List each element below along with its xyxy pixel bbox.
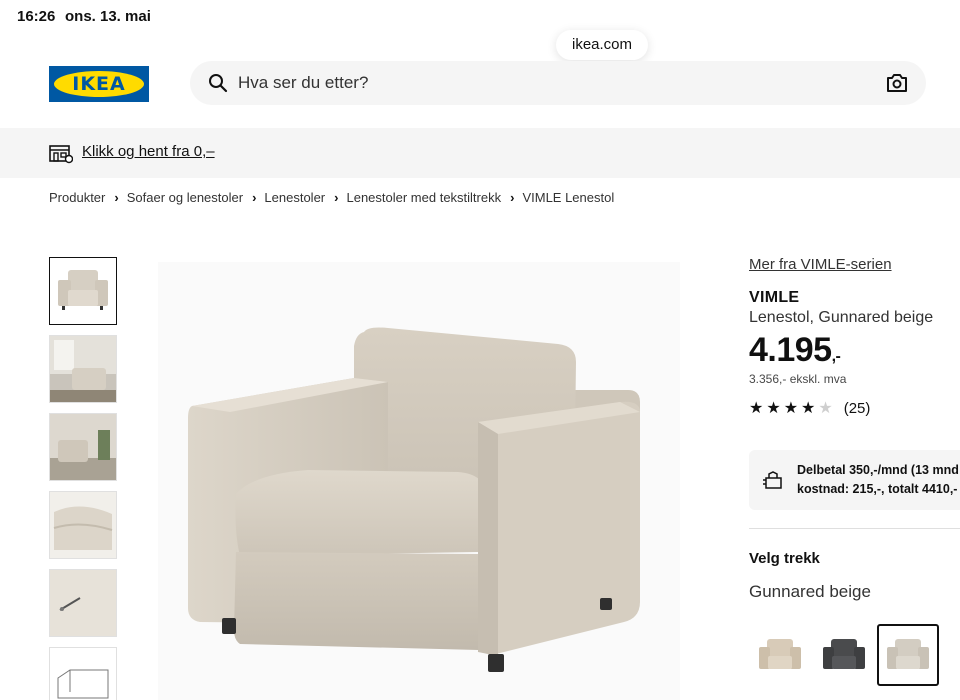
product-info: Mer fra VIMLE-serien VIMLE Lenestol, Gun… bbox=[749, 256, 960, 417]
selected-cover-name: Gunnared beige bbox=[749, 582, 871, 601]
price-value: 4.195 bbox=[749, 331, 832, 369]
breadcrumb-item[interactable]: Lenestoler med tekstiltrekk bbox=[346, 190, 501, 205]
thumbnail-detail-2[interactable] bbox=[49, 569, 117, 637]
detail-thumbnail-image bbox=[50, 570, 116, 636]
detail-thumbnail-image bbox=[50, 492, 116, 558]
series-link[interactable]: Mer fra VIMLE-serien bbox=[749, 256, 960, 273]
breadcrumb-item[interactable]: Sofaer og lenestoler bbox=[127, 190, 243, 205]
promo-bar: Klikk og hent fra 0,– bbox=[0, 128, 960, 178]
breadcrumb-separator: › bbox=[334, 190, 339, 205]
logo-text: IKEA bbox=[72, 73, 126, 95]
search-bar[interactable] bbox=[190, 61, 926, 105]
star-icon: ★ bbox=[749, 399, 764, 417]
thumbnail-armchair[interactable] bbox=[49, 257, 117, 325]
price-ex-vat: 3.356,- ekskl. mva bbox=[749, 372, 847, 386]
room-thumbnail-image bbox=[50, 336, 116, 402]
thumbnail-dimensions[interactable] bbox=[49, 647, 117, 700]
breadcrumb-item-current[interactable]: VIMLE Lenestol bbox=[522, 190, 614, 205]
room-thumbnail-image bbox=[50, 414, 116, 480]
swatch-dark-grey[interactable] bbox=[813, 624, 875, 686]
financing-box[interactable]: Delbetal 350,-/mnd (13 mnd kostnad: 215,… bbox=[749, 450, 960, 510]
breadcrumb: Produkter › Sofaer og lenestoler › Lenes… bbox=[49, 190, 614, 205]
star-icon: ★ bbox=[766, 399, 781, 417]
logo-oval: IKEA bbox=[54, 71, 144, 97]
thumbnail-list bbox=[49, 257, 117, 700]
main-product-image[interactable] bbox=[158, 262, 680, 700]
swatch-light-beige[interactable] bbox=[877, 624, 939, 686]
status-time: 16:26 bbox=[17, 8, 56, 25]
url-pill[interactable]: ikea.com bbox=[556, 30, 648, 60]
status-date: ons. 13. mai bbox=[65, 8, 151, 25]
cover-swatches bbox=[749, 624, 941, 686]
ikea-logo[interactable]: IKEA bbox=[49, 66, 149, 102]
swatch-beige[interactable] bbox=[749, 624, 811, 686]
product-price: 4.195,- bbox=[749, 331, 960, 370]
breadcrumb-separator: › bbox=[510, 190, 515, 205]
click-and-collect-link[interactable]: Klikk og hent fra 0,– bbox=[82, 143, 215, 160]
divider bbox=[749, 528, 960, 529]
price-suffix: ,- bbox=[831, 348, 841, 365]
search-icon[interactable] bbox=[208, 73, 228, 93]
financing-line-2: kostnad: 215,-, totalt 4410,- bbox=[797, 482, 958, 496]
thumbnail-detail-1[interactable] bbox=[49, 491, 117, 559]
star-icon: ★ bbox=[801, 399, 816, 417]
cover-select-label: Velg trekk bbox=[749, 550, 820, 567]
swatch-light-beige-image bbox=[887, 639, 929, 669]
product-rating[interactable]: ★ ★ ★ ★ ★ (25) bbox=[749, 400, 960, 417]
breadcrumb-item[interactable]: Lenestoler bbox=[264, 190, 325, 205]
star-empty-icon: ★ bbox=[818, 399, 833, 417]
store-icon bbox=[49, 145, 73, 164]
payment-icon bbox=[763, 471, 782, 489]
rating-count[interactable]: (25) bbox=[844, 400, 871, 417]
financing-line-1: Delbetal 350,-/mnd (13 mnd bbox=[797, 463, 959, 477]
product-description: Lenestol, Gunnared beige bbox=[749, 309, 934, 326]
thumbnail-room-2[interactable] bbox=[49, 413, 117, 481]
armchair-thumbnail-image bbox=[58, 270, 108, 310]
armchair-image bbox=[188, 327, 640, 672]
star-icon: ★ bbox=[783, 399, 799, 417]
swatch-beige-image bbox=[759, 639, 801, 669]
breadcrumb-item[interactable]: Produkter bbox=[49, 190, 105, 205]
camera-icon[interactable] bbox=[886, 73, 908, 93]
search-input[interactable] bbox=[238, 61, 858, 105]
breadcrumb-separator: › bbox=[252, 190, 257, 205]
dimensions-thumbnail-image bbox=[50, 648, 116, 700]
thumbnail-room-1[interactable] bbox=[49, 335, 117, 403]
status-bar: 16:26 ons. 13. mai bbox=[0, 0, 960, 34]
swatch-dark-grey-image bbox=[823, 639, 865, 669]
product-name: VIMLE bbox=[749, 289, 800, 306]
breadcrumb-separator: › bbox=[114, 190, 119, 205]
